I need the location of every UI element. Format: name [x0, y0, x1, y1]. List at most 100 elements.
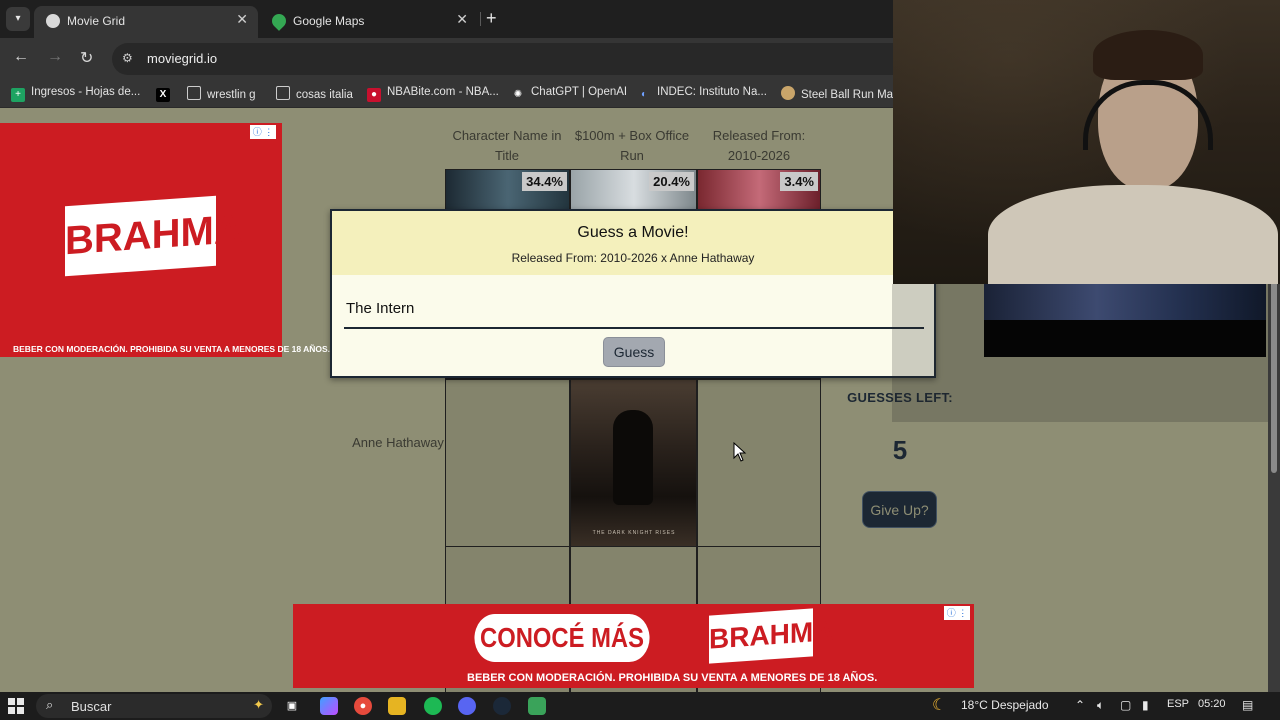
- steam-icon[interactable]: [493, 697, 511, 715]
- movie-grid-favicon-icon: [46, 14, 60, 28]
- windows-start-icon[interactable]: [8, 698, 24, 714]
- chrome-icon[interactable]: ●: [354, 697, 372, 715]
- network-icon[interactable]: ▢: [1120, 698, 1131, 712]
- tab-google-maps[interactable]: Google Maps ✕: [260, 6, 478, 38]
- tab-movie-grid[interactable]: Movie Grid ✕: [34, 6, 258, 38]
- batman-silhouette: [613, 410, 653, 505]
- brahma-logo: BRAHMA: [65, 195, 243, 277]
- bookmark-label: Ingresos - Hojas de...: [31, 86, 141, 98]
- google-maps-favicon-icon: [269, 11, 289, 31]
- tab-search-button[interactable]: ▾: [6, 7, 30, 31]
- back-icon[interactable]: ←: [13, 48, 29, 66]
- tab-label: Movie Grid: [67, 14, 126, 28]
- column-header-release-year: Released From: 2010-2026: [712, 128, 806, 163]
- cell-percent: 3.4%: [780, 172, 818, 191]
- site-info-icon[interactable]: ⚙: [122, 51, 133, 65]
- language-indicator[interactable]: ESP: [1167, 698, 1189, 710]
- bottom-ad-banner[interactable]: ⓘ ⋮ CONOCÉ MÁS BRAHMA BEBER CON MODERACI…: [293, 604, 974, 688]
- sheets-icon: +: [11, 88, 25, 102]
- webcam-overlay: [893, 0, 1280, 284]
- video-frame: [984, 284, 1266, 320]
- address-bar[interactable]: ⚙ moviegrid.io: [112, 43, 893, 75]
- ad-disclaimer: BEBER CON MODERACIÓN. PROHIBIDA SU VENTA…: [467, 672, 878, 684]
- poster-caption: THE DARK KNIGHT RISES: [592, 530, 676, 536]
- movie-guess-input[interactable]: [344, 289, 924, 329]
- tab-strip: ▾ Movie Grid ✕ Google Maps ✕ +: [0, 0, 893, 38]
- tray-chevron-icon[interactable]: ⌃: [1075, 698, 1085, 712]
- copilot-sparkle-icon: ✦: [253, 697, 264, 712]
- tab-label: Google Maps: [293, 14, 365, 28]
- video-embed: [984, 284, 1266, 357]
- browser-toolbar: ← → ↻ ⚙ moviegrid.io: [0, 38, 893, 80]
- forward-icon[interactable]: →: [47, 48, 63, 66]
- openai-logo-icon: ✺: [513, 89, 523, 100]
- manga-icon: [781, 86, 795, 100]
- nba-logo-icon: ●: [367, 88, 381, 102]
- bookmark-label: ChatGPT | OpenAI: [531, 86, 628, 98]
- modal-subtitle: Released From: 2010-2026 x Anne Hathaway: [511, 251, 755, 265]
- weather-text[interactable]: 18°C Despejado: [961, 698, 1049, 712]
- windows-taskbar: ⌕ Buscar ✦ ▣ ● ☾ 18°C Despejado ⌃ 🔈︎ ▢ ▮…: [0, 692, 1280, 720]
- file-explorer-icon[interactable]: [388, 697, 406, 715]
- left-ad-banner[interactable]: ⓘ ⋮ BRAHMA BEBER CON MODERACIÓN. PROHIBI…: [0, 123, 330, 357]
- x-logo-icon: X: [156, 88, 170, 102]
- app-icon[interactable]: [528, 697, 546, 715]
- bookmark-label: NBABite.com - NBA...: [387, 86, 499, 98]
- grid-cell-r1c1[interactable]: THE DARK KNIGHT RISES: [570, 379, 697, 547]
- weather-moon-icon[interactable]: ☾: [932, 695, 946, 715]
- guess-modal: Guess a Movie! Released From: 2010-2026 …: [330, 209, 936, 378]
- microphone-icon[interactable]: ▮: [1142, 698, 1149, 712]
- guess-button[interactable]: Guess: [603, 337, 665, 367]
- tab-divider: [480, 12, 481, 26]
- bookmark-label: wrestlin g: [207, 89, 256, 101]
- indec-logo-icon: ◐: [640, 89, 648, 100]
- folder-icon: [187, 86, 201, 100]
- grid-cell-r1c2[interactable]: [697, 379, 821, 547]
- discord-icon[interactable]: [458, 697, 476, 715]
- bookmark-wrestling[interactable]: wrestlin g: [187, 86, 256, 101]
- cell-percent: 20.4%: [649, 172, 694, 191]
- modal-title: Guess a Movie!: [577, 224, 689, 241]
- new-tab-button[interactable]: +: [486, 8, 497, 29]
- url-text: moviegrid.io: [147, 51, 218, 66]
- close-tab-icon[interactable]: ✕: [456, 11, 468, 28]
- bookmark-x[interactable]: X: [156, 86, 176, 102]
- dark-knight-rises-poster: THE DARK KNIGHT RISES: [571, 380, 696, 546]
- reload-icon[interactable]: ↻: [80, 48, 93, 68]
- task-view-icon[interactable]: ▣: [283, 697, 301, 715]
- mouse-cursor-icon: [733, 442, 747, 462]
- bookmark-label: cosas italia: [296, 89, 353, 101]
- bookmark-label: INDEC: Instituto Na...: [657, 86, 767, 98]
- taskbar-search[interactable]: ⌕ Buscar ✦: [36, 694, 272, 718]
- speaker-icon[interactable]: 🔈︎: [1097, 698, 1104, 713]
- bookmark-steel-ball-run[interactable]: Steel Ball Run Man: [781, 86, 899, 101]
- column-header-box-office: $100m + Box Office Run: [574, 128, 690, 163]
- column-header-character-name: Character Name in Title: [452, 128, 562, 163]
- brahma-logo: BRAHMA: [709, 608, 833, 664]
- ad-info-icon[interactable]: ⓘ ⋮: [944, 606, 970, 620]
- ad-disclaimer: BEBER CON MODERACIÓN. PROHIBIDA SU VENTA…: [13, 344, 331, 354]
- search-label: Buscar: [71, 699, 112, 714]
- streamer-hair: [1093, 30, 1203, 80]
- ad-cta-button[interactable]: CONOCÉ MÁS: [474, 614, 650, 662]
- bookmark-indec[interactable]: ◐ INDEC: Instituto Na...: [637, 86, 767, 102]
- bookmarks-bar: + Ingresos - Hojas de... X wrestlin g cos…: [0, 80, 899, 108]
- spotify-icon[interactable]: [424, 697, 442, 715]
- notifications-icon[interactable]: ▤: [1242, 698, 1253, 712]
- ad-info-icon[interactable]: ⓘ ⋮: [250, 125, 276, 139]
- search-icon: ⌕: [46, 697, 54, 712]
- bookmark-chatgpt[interactable]: ✺ ChatGPT | OpenAI: [511, 86, 627, 102]
- bookmark-nbabite[interactable]: ● NBABite.com - NBA...: [367, 86, 499, 102]
- row-label-anne-hathaway: Anne Hathaway: [352, 435, 444, 450]
- bookmark-ingresos[interactable]: + Ingresos - Hojas de...: [11, 86, 140, 102]
- clock[interactable]: 05:20: [1198, 698, 1226, 710]
- cell-percent: 34.4%: [522, 172, 567, 191]
- give-up-button[interactable]: Give Up?: [862, 491, 937, 528]
- copilot-icon[interactable]: [320, 697, 338, 715]
- grid-cell-r1c0[interactable]: [445, 379, 570, 547]
- folder-icon: [276, 86, 290, 100]
- modal-header: Guess a Movie! Released From: 2010-2026 …: [332, 211, 934, 275]
- bookmark-label: Steel Ball Run Man: [801, 89, 900, 101]
- close-tab-icon[interactable]: ✕: [236, 11, 248, 28]
- bookmark-cosas-italia[interactable]: cosas italia: [276, 86, 353, 101]
